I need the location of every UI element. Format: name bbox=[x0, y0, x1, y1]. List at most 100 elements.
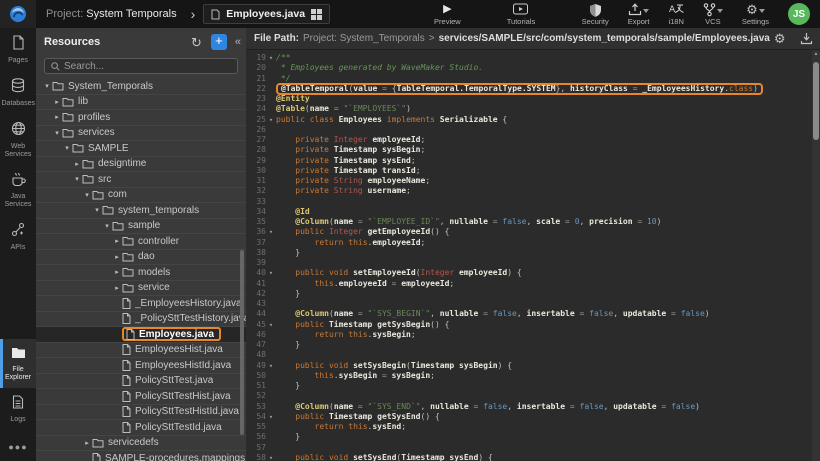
tree-item-policystttesthistid-java[interactable]: PolicySttTestHistId.java bbox=[36, 405, 246, 421]
editor-scrollbar-thumb[interactable] bbox=[813, 62, 819, 140]
line-number: 28 bbox=[246, 145, 266, 155]
code-line: 20 * Employees generated by WaveMaker St… bbox=[246, 63, 812, 73]
tree-item-employeeshistid-java[interactable]: EmployeesHistId.java bbox=[36, 358, 246, 374]
rail-item-web-services[interactable]: Web Services bbox=[0, 114, 36, 165]
rail-item-databases[interactable]: Databases bbox=[0, 71, 36, 114]
tree-item-employeeshistory-java[interactable]: _EmployeesHistory.java bbox=[36, 296, 246, 312]
topbar-action-security[interactable]: Security bbox=[582, 3, 609, 26]
fold-arrow[interactable]: ▾ bbox=[266, 412, 276, 422]
wavemaker-logo[interactable] bbox=[0, 0, 36, 28]
file-tab[interactable]: Employees.java bbox=[203, 4, 330, 24]
tree-item-sample-procedures-mappings-json[interactable]: SAMPLE-procedures.mappings.json bbox=[36, 451, 246, 461]
code-editor[interactable]: 19▾/**20 * Employees generated by WaveMa… bbox=[246, 50, 812, 461]
grid-icon[interactable] bbox=[311, 9, 322, 20]
chevron-expanded-icon[interactable]: ▾ bbox=[82, 191, 92, 199]
tree-item-policystttesthist-java[interactable]: PolicySttTestHist.java bbox=[36, 389, 246, 405]
code-line: 50 this.sysBegin = sysBegin; bbox=[246, 371, 812, 381]
i18n-icon: A bbox=[669, 3, 684, 16]
topbar-actions: Security Export Ai18N VCS ⚙Settings JS bbox=[582, 3, 820, 26]
rail-item-more[interactable]: ●●● bbox=[0, 430, 36, 461]
fold-arrow[interactable]: ▾ bbox=[266, 268, 276, 278]
tree-item-sample[interactable]: ▾sample bbox=[36, 219, 246, 235]
rail-item-file-explorer[interactable]: File Explorer bbox=[0, 339, 36, 388]
chevron-expanded-icon[interactable]: ▾ bbox=[102, 222, 112, 230]
resources-header: Resources ↻ + « bbox=[36, 28, 246, 52]
code-line: 22@TableTemporal(value = {TableTemporal.… bbox=[246, 84, 812, 94]
fold-arrow[interactable]: ▾ bbox=[266, 453, 276, 461]
fold-arrow[interactable]: ▾ bbox=[266, 361, 276, 371]
chevron-collapsed-icon[interactable]: ▸ bbox=[112, 237, 122, 245]
code-line: 29 private Timestamp sysEnd; bbox=[246, 156, 812, 166]
tree-item-employees-java[interactable]: Employees.java bbox=[36, 327, 246, 343]
chevron-collapsed-icon[interactable]: ▸ bbox=[112, 253, 122, 261]
tree-item-sample[interactable]: ▾SAMPLE bbox=[36, 141, 246, 157]
chevron-collapsed-icon[interactable]: ▸ bbox=[82, 439, 92, 447]
tree-item-designtime[interactable]: ▸designtime bbox=[36, 157, 246, 173]
refresh-icon[interactable]: ↻ bbox=[191, 36, 202, 49]
tree-item-controller[interactable]: ▸controller bbox=[36, 234, 246, 250]
topbar-action-i18n[interactable]: Ai18N bbox=[668, 3, 683, 26]
topbar-action-vcs[interactable]: VCS bbox=[703, 3, 723, 26]
tree-item-servicedefs[interactable]: ▸servicedefs bbox=[36, 436, 246, 452]
tree-item-services[interactable]: ▾services bbox=[36, 126, 246, 142]
fold-arrow[interactable]: ▾ bbox=[266, 115, 276, 125]
chevron-expanded-icon[interactable]: ▾ bbox=[62, 144, 72, 152]
rail-item-logs[interactable]: Logs bbox=[0, 388, 36, 430]
tree-item-src[interactable]: ▾src bbox=[36, 172, 246, 188]
tree-item-policystttestid-java[interactable]: PolicySttTestId.java bbox=[36, 420, 246, 436]
topbar-action-settings[interactable]: ⚙Settings bbox=[742, 3, 769, 26]
chevron-collapsed-icon[interactable]: ▸ bbox=[52, 113, 62, 121]
line-number: 55 bbox=[246, 422, 266, 432]
code-line: 40▾ public void setEmployeeId(Integer em… bbox=[246, 268, 812, 278]
rail-item-apis[interactable]: APIs bbox=[0, 215, 36, 258]
tree-item-com[interactable]: ▾com bbox=[36, 188, 246, 204]
tree-item-system-temporals[interactable]: ▾system_temporals bbox=[36, 203, 246, 219]
fold-arrow[interactable]: ▾ bbox=[266, 227, 276, 237]
scroll-up-icon[interactable]: ▲ bbox=[812, 51, 820, 57]
chevron-expanded-icon[interactable]: ▾ bbox=[92, 206, 102, 214]
tree-item-employeeshist-java[interactable]: EmployeesHist.java bbox=[36, 343, 246, 359]
code-line: 32 private String username; bbox=[246, 186, 812, 196]
rail-item-pages[interactable]: Pages bbox=[0, 28, 36, 71]
fold-arrow[interactable]: ▾ bbox=[266, 53, 276, 63]
chevron-collapsed-icon[interactable]: ▸ bbox=[72, 160, 82, 168]
tree-item-label: EmployeesHist.java bbox=[135, 344, 223, 355]
rail-item-java-services[interactable]: Java Services bbox=[0, 165, 36, 215]
tree-item-dao[interactable]: ▸dao bbox=[36, 250, 246, 266]
chevron-collapsed-icon[interactable]: ▸ bbox=[52, 98, 62, 106]
tree-scrollbar[interactable] bbox=[240, 250, 244, 435]
chevron-expanded-icon[interactable]: ▾ bbox=[52, 129, 62, 137]
search-input[interactable]: Search... bbox=[44, 58, 238, 74]
code-line: 56 } bbox=[246, 432, 812, 442]
chevron-collapsed-icon[interactable]: ▸ bbox=[112, 268, 122, 276]
breadcrumb-chevron-icon: › bbox=[191, 6, 196, 22]
folder-icon bbox=[122, 267, 134, 277]
workspace: PagesDatabasesWeb ServicesJava ServicesA… bbox=[0, 28, 820, 461]
tree-item-service[interactable]: ▸service bbox=[36, 281, 246, 297]
fold-arrow[interactable]: ▾ bbox=[266, 320, 276, 330]
collapse-panel-icon[interactable]: « bbox=[235, 36, 241, 48]
tree-item-system-temporals[interactable]: ▾System_Temporals bbox=[36, 79, 246, 95]
tree-item-label: _PolicySttTestHistory.java bbox=[135, 313, 246, 324]
user-avatar[interactable]: JS bbox=[788, 3, 810, 25]
coffee-icon bbox=[11, 172, 26, 191]
topbar-action-export[interactable]: Export bbox=[628, 3, 650, 26]
preview-button[interactable]: ▶ Preview bbox=[434, 3, 461, 26]
tree-item-lib[interactable]: ▸lib bbox=[36, 95, 246, 111]
selected-file-highlight: Employees.java bbox=[122, 327, 221, 341]
gear-icon[interactable]: ⚙ bbox=[774, 32, 786, 46]
file-icon bbox=[122, 360, 131, 371]
code-line: 34 @Id bbox=[246, 207, 812, 217]
tutorials-button[interactable]: Tutorials bbox=[507, 3, 535, 26]
chevron-expanded-icon[interactable]: ▾ bbox=[72, 175, 82, 183]
download-icon[interactable] bbox=[800, 32, 813, 45]
add-resource-button[interactable]: + bbox=[211, 34, 227, 50]
chevron-collapsed-icon[interactable]: ▸ bbox=[112, 284, 122, 292]
tree-item-policystttest-java[interactable]: PolicySttTest.java bbox=[36, 374, 246, 390]
tree-item-models[interactable]: ▸models bbox=[36, 265, 246, 281]
tree-item-policystttesthistory-java[interactable]: _PolicySttTestHistory.java bbox=[36, 312, 246, 328]
chevron-expanded-icon[interactable]: ▾ bbox=[42, 82, 52, 90]
project-label: Project:System Temporals bbox=[46, 8, 177, 20]
tree-item-profiles[interactable]: ▸profiles bbox=[36, 110, 246, 126]
line-number: 57 bbox=[246, 443, 266, 453]
